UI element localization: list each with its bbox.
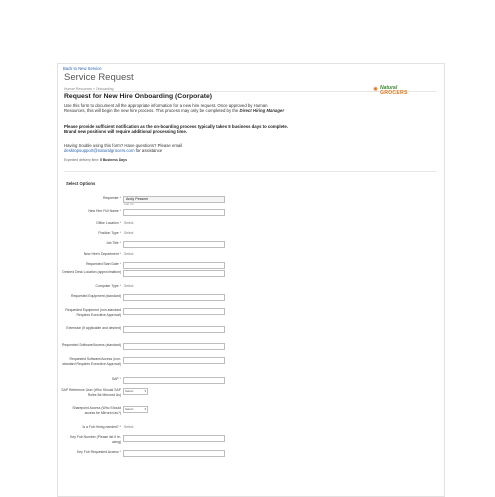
form-title: Request for New Hire Onboarding (Corpora… bbox=[64, 93, 213, 100]
add-cc-link[interactable]: Add CC bbox=[124, 202, 134, 206]
label-text: Job Title bbox=[106, 241, 119, 245]
label-text: Requested Start Date bbox=[86, 262, 119, 266]
chevron-down-icon: ▾ bbox=[144, 389, 146, 393]
logo-line-2: GROCERS bbox=[380, 90, 408, 96]
form-intro: Use this form to document all the approp… bbox=[64, 103, 289, 113]
equipment-nonstandard-input[interactable] bbox=[123, 308, 225, 315]
label-text: Requested Equipment (standard) bbox=[71, 294, 121, 298]
label-text: New Hire's Department bbox=[83, 252, 119, 256]
support-email-link[interactable]: desktopsupport@naturalgrocers.com bbox=[64, 148, 135, 153]
intro-text: Use this form to document all the approp… bbox=[64, 103, 268, 114]
extension-input[interactable] bbox=[123, 326, 225, 333]
help-suffix: for assistance bbox=[134, 148, 163, 154]
label-text: Key Fob Number (Please list if re-using) bbox=[70, 435, 121, 444]
sharepoint-select[interactable]: Select ▾ bbox=[123, 406, 148, 413]
field-label: Sharepoint Access (Who Should access be … bbox=[61, 406, 121, 415]
field-label: Is a Fob Hiring needed?* bbox=[82, 425, 121, 429]
field-label: Computer Type* bbox=[95, 284, 121, 288]
section-divider bbox=[64, 171, 436, 172]
chevron-down-icon: ▾ bbox=[144, 407, 146, 411]
office-location-select[interactable]: Select bbox=[124, 221, 133, 225]
label-text: Requested Equipment (non-standard Requir… bbox=[65, 308, 121, 317]
label-text: New Hire Full Name bbox=[88, 209, 119, 213]
requester-input[interactable]: Andy Pessner bbox=[123, 196, 225, 203]
software-nonstandard-input[interactable] bbox=[123, 357, 225, 364]
label-text: Office Location bbox=[96, 221, 119, 225]
section-title: Select Options bbox=[66, 181, 96, 186]
notification-note: Please provide sufficient notification a… bbox=[64, 124, 288, 135]
field-label: New Hire Full Name* bbox=[88, 209, 121, 213]
key-fob-access-input[interactable] bbox=[123, 450, 225, 457]
select-value: Select bbox=[125, 389, 134, 393]
help-text: Having trouble using this form? Have que… bbox=[64, 143, 182, 153]
label-text: SAP Reference User (Who Should SAP Roles… bbox=[61, 388, 121, 397]
job-title-input[interactable] bbox=[123, 241, 225, 248]
delivery-time: Expected delivery time: 5 Business Days bbox=[64, 158, 127, 162]
start-date-input[interactable] bbox=[123, 262, 225, 269]
field-label: Desired Desk Location (approximation) bbox=[61, 270, 121, 275]
label-text: Requested Software/Access (non-standard … bbox=[62, 357, 121, 366]
field-label: Requested Equipment (standard) bbox=[61, 294, 121, 299]
label-text: Computer Type bbox=[95, 284, 119, 288]
sap-input[interactable] bbox=[123, 377, 225, 384]
back-to-new-service-link[interactable]: Back to New Service bbox=[63, 66, 102, 71]
label-text: Extension (if applicable and desired) bbox=[66, 326, 121, 330]
field-label: Requested Start Date* bbox=[86, 262, 121, 266]
field-label: Office Location* bbox=[96, 221, 121, 225]
software-standard-input[interactable] bbox=[123, 343, 225, 350]
delivery-label: Expected delivery time: bbox=[64, 158, 100, 162]
label-text: Requester bbox=[103, 196, 119, 200]
sap-reference-select[interactable]: Select ▾ bbox=[123, 388, 148, 395]
natural-grocers-logo: ✺ Natural GROCERS bbox=[373, 84, 417, 98]
page-title: Service Request bbox=[64, 72, 134, 83]
label-text: Position Type bbox=[98, 231, 119, 235]
label-text: Desired Desk Location (approximation) bbox=[62, 270, 121, 274]
department-select[interactable]: Select bbox=[124, 252, 133, 256]
label-text: Key Fob Requested Access bbox=[77, 450, 119, 454]
field-label: Extension (if applicable and desired) bbox=[61, 326, 121, 331]
computer-type-select[interactable]: Select bbox=[124, 284, 133, 288]
fob-needed-select[interactable]: Select bbox=[124, 425, 133, 429]
label-text: Requested Software/Access (standard) bbox=[62, 343, 121, 347]
field-label: Requested Equipment (non-standard Requir… bbox=[61, 308, 121, 317]
field-label: Job Title* bbox=[106, 241, 121, 245]
equipment-standard-input[interactable] bbox=[123, 294, 225, 301]
position-type-select[interactable]: Select bbox=[124, 231, 133, 235]
field-label: Requested Software/Access (non-standard … bbox=[61, 357, 121, 366]
full-name-input[interactable] bbox=[123, 209, 225, 216]
field-label: Key Fob Requested Access* bbox=[77, 450, 121, 454]
field-label: Position Type* bbox=[98, 231, 121, 235]
select-value: Select bbox=[125, 407, 134, 411]
field-label: Key Fob Number (Please list if re-using) bbox=[61, 435, 121, 444]
field-label: New Hire's Department* bbox=[83, 252, 121, 256]
label-text: Sharepoint Access (Who Should access be … bbox=[72, 406, 121, 415]
field-label: Requester* bbox=[103, 196, 121, 200]
field-label: Requested Software/Access (standard) bbox=[61, 343, 121, 348]
key-fob-number-input[interactable] bbox=[123, 435, 225, 442]
field-label: SAP* bbox=[111, 377, 121, 381]
label-text: SAP bbox=[111, 377, 119, 381]
label-text: Is a Fob Hiring needed? bbox=[82, 425, 119, 429]
intro-emphasis: Direct Hiring Manager bbox=[239, 108, 285, 114]
field-label: SAP Reference User (Who Should SAP Roles… bbox=[61, 388, 121, 397]
logo-star-icon: ✺ bbox=[373, 87, 379, 93]
desk-location-input[interactable] bbox=[123, 270, 225, 277]
delivery-value: 5 Business Days bbox=[100, 158, 127, 162]
